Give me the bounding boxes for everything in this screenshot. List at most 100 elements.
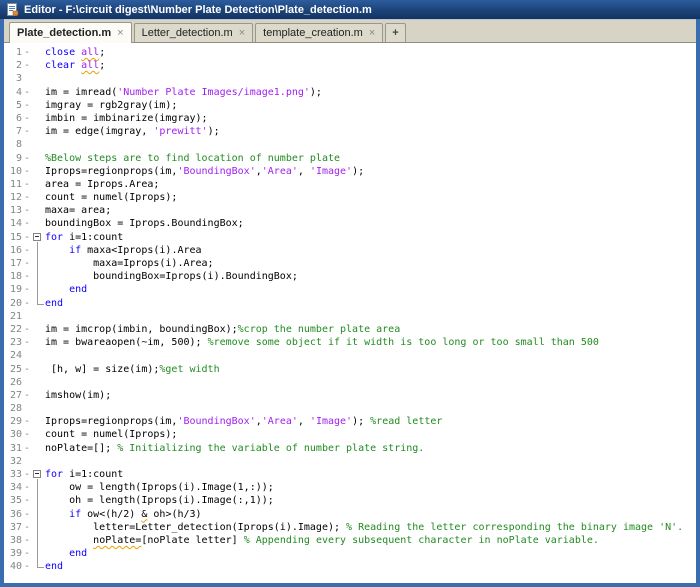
breakpoint-dash[interactable] [22, 138, 32, 151]
breakpoint-dash[interactable]: - [22, 389, 32, 402]
breakpoint-dash[interactable]: - [22, 112, 32, 125]
code-line-3[interactable]: 3 [4, 72, 696, 85]
code-line-19[interactable]: 19- end [4, 283, 696, 297]
breakpoint-dash[interactable] [22, 310, 32, 323]
close-tab-icon[interactable]: × [239, 27, 245, 39]
code-line-27[interactable]: 27- imshow(im); [4, 389, 696, 402]
code-line-37[interactable]: 37- letter=Letter_detection(Iprops(i).Im… [4, 520, 696, 534]
code-editor[interactable]: 1- close all; 2- clear all; 3 4- im = imread('… [4, 43, 696, 583]
line-number[interactable]: 7 [4, 125, 22, 138]
breakpoint-dash[interactable] [22, 455, 32, 468]
line-number[interactable]: 21 [4, 310, 22, 323]
line-number[interactable]: 16 [4, 244, 22, 257]
code-line-13[interactable]: 13- maxa= area; [4, 204, 696, 217]
breakpoint-dash[interactable]: - [22, 363, 32, 376]
code-line-12[interactable]: 12- count = numel(Iprops); [4, 191, 696, 204]
line-number[interactable]: 2 [4, 59, 22, 72]
code-fold-icon[interactable] [32, 230, 45, 244]
code-line-18[interactable]: 18- boundingBox=Iprops(i).BoundingBox; [4, 270, 696, 284]
code-line-26[interactable]: 26 [4, 376, 696, 389]
line-number[interactable]: 19 [4, 283, 22, 296]
line-number[interactable]: 34 [4, 481, 22, 494]
code-line-38[interactable]: 38- noPlate=[noPlate letter] % Appending… [4, 533, 696, 548]
close-tab-icon[interactable]: × [117, 27, 123, 39]
code-line-33[interactable]: 33- for i=1:count [4, 468, 696, 482]
code-line-39[interactable]: 39- end [4, 547, 696, 561]
breakpoint-dash[interactable]: - [22, 86, 32, 99]
breakpoint-dash[interactable]: - [22, 178, 32, 191]
tab-plate-detection[interactable]: Plate_detection.m × [9, 22, 132, 43]
code-line-20[interactable]: 20- end [4, 296, 696, 310]
breakpoint-dash[interactable]: - [22, 534, 32, 547]
code-line-2[interactable]: 2- clear all; [4, 59, 696, 72]
line-number[interactable]: 9 [4, 152, 22, 165]
line-number[interactable]: 29 [4, 415, 22, 428]
breakpoint-dash[interactable]: - [22, 152, 32, 165]
code-line-16[interactable]: 16- if maxa<Iprops(i).Area [4, 243, 696, 257]
code-line-29[interactable]: 29- Iprops=regionprops(im,'BoundingBox','… [4, 415, 696, 428]
breakpoint-dash[interactable]: - [22, 297, 32, 310]
code-line-23[interactable]: 23- im = bwareaopen(~im, 500); %remove so… [4, 336, 696, 349]
line-number[interactable]: 17 [4, 257, 22, 270]
line-number[interactable]: 39 [4, 547, 22, 560]
line-number[interactable]: 6 [4, 112, 22, 125]
breakpoint-dash[interactable]: - [22, 336, 32, 349]
line-number[interactable]: 10 [4, 165, 22, 178]
breakpoint-dash[interactable]: - [22, 59, 32, 72]
breakpoint-dash[interactable]: - [22, 244, 32, 257]
close-tab-icon[interactable]: × [369, 27, 375, 39]
code-line-6[interactable]: 6- imbin = imbinarize(imgray); [4, 112, 696, 125]
line-number[interactable]: 33 [4, 468, 22, 481]
line-number[interactable]: 3 [4, 72, 22, 85]
breakpoint-dash[interactable]: - [22, 231, 32, 244]
code-line-40[interactable]: 40- end [4, 560, 696, 574]
tab-template-creation[interactable]: template_creation.m × [255, 23, 384, 42]
breakpoint-dash[interactable]: - [22, 481, 32, 494]
line-number[interactable]: 28 [4, 402, 22, 415]
line-number[interactable]: 25 [4, 363, 22, 376]
code-line-4[interactable]: 4- im = imread('Number Plate Images/image… [4, 86, 696, 99]
breakpoint-dash[interactable]: - [22, 547, 32, 560]
line-number[interactable]: 40 [4, 560, 22, 573]
breakpoint-dash[interactable]: - [22, 217, 32, 230]
code-line-25[interactable]: 25- [h, w] = size(im);%get width [4, 363, 696, 376]
breakpoint-dash[interactable]: - [22, 494, 32, 507]
breakpoint-dash[interactable]: - [22, 468, 32, 481]
breakpoint-dash[interactable]: - [22, 521, 32, 534]
code-line-9[interactable]: 9- %Below steps are to find location of n… [4, 152, 696, 165]
breakpoint-dash[interactable]: - [22, 428, 32, 441]
title-bar[interactable]: Editor - F:\circuit digest\Number Plate … [0, 0, 700, 19]
code-line-17[interactable]: 17- maxa=Iprops(i).Area; [4, 257, 696, 271]
line-number[interactable]: 26 [4, 376, 22, 389]
code-line-22[interactable]: 22- im = imcrop(imbin, boundingBox);%crop… [4, 323, 696, 336]
line-number[interactable]: 15 [4, 231, 22, 244]
code-line-31[interactable]: 31- noPlate=[]; % Initializing the variab… [4, 442, 696, 455]
breakpoint-dash[interactable]: - [22, 508, 32, 521]
breakpoint-dash[interactable]: - [22, 257, 32, 270]
line-number[interactable]: 38 [4, 534, 22, 547]
breakpoint-dash[interactable]: - [22, 415, 32, 428]
line-number[interactable]: 13 [4, 204, 22, 217]
code-line-11[interactable]: 11- area = Iprops.Area; [4, 178, 696, 191]
breakpoint-dash[interactable]: - [22, 125, 32, 138]
line-number[interactable]: 20 [4, 297, 22, 310]
code-line-1[interactable]: 1- close all; [4, 46, 696, 59]
line-number[interactable]: 31 [4, 442, 22, 455]
breakpoint-dash[interactable]: - [22, 283, 32, 296]
breakpoint-dash[interactable]: - [22, 165, 32, 178]
line-number[interactable]: 32 [4, 455, 22, 468]
new-tab-button[interactable]: + [385, 23, 406, 42]
tab-letter-detection[interactable]: Letter_detection.m × [133, 23, 254, 42]
line-number[interactable]: 14 [4, 217, 22, 230]
line-number[interactable]: 24 [4, 349, 22, 362]
line-number[interactable]: 18 [4, 270, 22, 283]
breakpoint-dash[interactable] [22, 349, 32, 362]
line-number[interactable]: 23 [4, 336, 22, 349]
breakpoint-dash[interactable]: - [22, 560, 32, 573]
code-line-28[interactable]: 28 [4, 402, 696, 415]
breakpoint-dash[interactable]: - [22, 204, 32, 217]
line-number[interactable]: 1 [4, 46, 22, 59]
code-line-10[interactable]: 10- Iprops=regionprops(im,'BoundingBox','… [4, 165, 696, 178]
code-line-30[interactable]: 30- count = numel(Iprops); [4, 428, 696, 441]
code-line-8[interactable]: 8 [4, 138, 696, 151]
